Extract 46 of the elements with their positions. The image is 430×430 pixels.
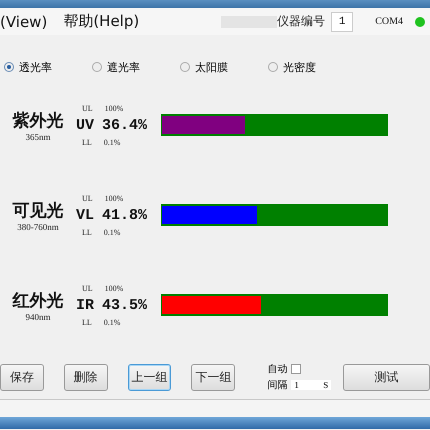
lower-limit-label: LL (82, 138, 92, 146)
lower-limit-value: 0.1% (104, 228, 120, 236)
radio-button[interactable] (4, 62, 14, 72)
channel-name: 紫外光 (12, 110, 64, 132)
action-button[interactable]: 保存 (0, 364, 44, 390)
lower-limit-value: 0.1% (104, 318, 120, 326)
interval-field[interactable]: 1 S (291, 380, 332, 390)
port-label: COM4 (375, 16, 403, 27)
mode-label[interactable]: 太阳膜 (195, 60, 228, 74)
reading-value: 36.4% (102, 116, 148, 134)
radio-button[interactable] (268, 62, 278, 72)
lower-limit-label: LL (82, 318, 92, 326)
auto-checkbox[interactable] (291, 364, 302, 374)
lower-limit-label: LL (82, 228, 92, 236)
channel-code: UV (76, 116, 94, 134)
channel-code: IR (76, 296, 94, 314)
auto-label: 自动 (267, 363, 288, 376)
action-button[interactable]: 删除 (64, 364, 108, 390)
menu-item[interactable]: 帮助(Help) (63, 12, 140, 31)
upper-limit-label: UL (82, 284, 93, 292)
channel-code: VL (76, 206, 94, 224)
wavelength-label: 365nm (25, 132, 50, 142)
channel-name: 可见光 (12, 200, 64, 222)
lower-limit-value: 0.1% (104, 138, 120, 146)
menu-item[interactable]: (View) (0, 12, 48, 30)
channel-name: 红外光 (12, 290, 64, 312)
upper-limit-value: 100% (104, 284, 124, 292)
device-number-field[interactable]: 1 (331, 12, 354, 32)
action-button[interactable]: 下一组 (191, 364, 236, 390)
mode-label[interactable]: 遮光率 (107, 60, 140, 74)
mode-label[interactable]: 光密度 (283, 60, 316, 74)
test-button[interactable]: 测试 (343, 364, 430, 390)
upper-limit-value: 100% (104, 194, 124, 202)
reading-value: 43.5% (102, 296, 148, 314)
interval-label: 间隔 (267, 379, 288, 392)
radio-button[interactable] (180, 62, 190, 72)
mode-label[interactable]: 透光率 (19, 60, 52, 74)
radio-button[interactable] (92, 62, 102, 72)
reading-value: 41.8% (102, 206, 148, 224)
device-number-label: 仪器编号 (277, 13, 326, 30)
upper-limit-label: UL (82, 104, 93, 112)
upper-limit-value: 100% (104, 104, 124, 112)
wavelength-label: 380-760nm (17, 222, 59, 232)
upper-limit-label: UL (82, 194, 93, 202)
action-button[interactable]: 上一组 (128, 364, 172, 390)
wavelength-label: 940nm (25, 312, 50, 322)
